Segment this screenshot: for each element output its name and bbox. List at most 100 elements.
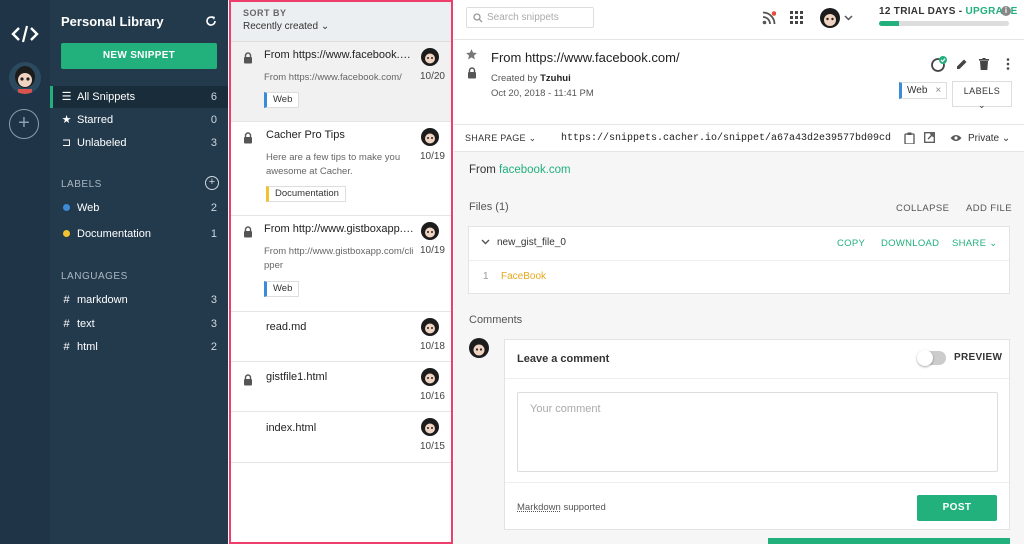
share-page-dropdown[interactable]: SHARE PAGE ⌄ <box>465 133 537 144</box>
rss-icon[interactable] <box>762 11 776 25</box>
sidebar-item-lang-text[interactable]: # text 3 <box>50 313 228 335</box>
divider <box>505 378 1009 379</box>
copy-button[interactable]: COPY <box>837 238 865 249</box>
list-item[interactable]: Cacher Pro Tips Here are a few tips to m… <box>231 122 451 216</box>
sort-value-text: Recently created <box>243 21 319 32</box>
sidebar-item-label-documentation[interactable]: Documentation 1 <box>50 223 228 245</box>
snippet-title[interactable]: From https://www.facebook.com/ <box>491 50 680 65</box>
lang-name: html <box>77 341 98 353</box>
labels-header: LABELS <box>61 179 102 190</box>
sidebar-item-starred[interactable]: ★ Starred 0 <box>50 109 228 131</box>
open-external-icon[interactable] <box>924 132 935 143</box>
lang-count: 2 <box>210 341 217 353</box>
markdown-link[interactable]: Markdown <box>517 502 561 513</box>
comment-textarea[interactable]: Your comment <box>517 392 998 472</box>
search-input[interactable]: Search snippets <box>466 7 594 28</box>
list-item[interactable]: gistfile1.html 10/16 <box>231 362 451 412</box>
from-prefix: From <box>469 164 500 176</box>
item-title: Cacher Pro Tips <box>266 129 345 141</box>
sort-header[interactable]: SORT BY Recently created ⌄ <box>231 2 451 42</box>
add-team-icon[interactable]: + <box>9 109 39 139</box>
code-logo-icon[interactable] <box>10 22 40 46</box>
list-item[interactable]: read.md 10/18 <box>231 312 451 362</box>
item-date: 10/19 <box>419 151 445 162</box>
sidebar-item-label-web[interactable]: Web 2 <box>50 197 228 219</box>
file-name[interactable]: new_gist_file_0 <box>497 237 566 248</box>
delete-trash-icon[interactable] <box>979 58 989 70</box>
sort-by-label: SORT BY <box>243 8 287 18</box>
item-title: From http://www.gistboxapp.com/ <box>264 223 414 235</box>
list-item[interactable]: index.html 10/15 <box>231 412 451 463</box>
code-editor[interactable]: 1 FaceBook <box>469 260 1009 294</box>
label-outline-icon: ⊐ <box>61 137 72 149</box>
sidebar-item-lang-markdown[interactable]: # markdown 3 <box>50 289 228 311</box>
list-item[interactable]: From https://www.facebook.com/ From http… <box>231 42 451 122</box>
created-by: Created by Tzuhui <box>491 73 571 84</box>
file-card: new_gist_file_0 COPY DOWNLOAD SHARE ⌄ 1 … <box>468 226 1010 294</box>
sidebar-item-unlabeled[interactable]: ⊐ Unlabeled 3 <box>50 132 228 154</box>
commenter-avatar <box>469 338 489 358</box>
label-count: 2 <box>210 202 217 214</box>
collapse-button[interactable]: COLLAPSE <box>896 203 949 214</box>
refresh-icon[interactable] <box>205 15 217 27</box>
share-url[interactable]: https://snippets.cacher.io/snippet/a67a4… <box>561 133 891 144</box>
add-file-button[interactable]: ADD FILE <box>966 203 1012 214</box>
labels-button[interactable]: LABELS ⌄ <box>952 81 1012 110</box>
sort-value[interactable]: Recently created ⌄ <box>243 21 329 32</box>
sidebar: Personal Library NEW SNIPPET ☰ All Snipp… <box>50 0 228 544</box>
add-label-icon[interactable]: + <box>205 176 219 190</box>
info-icon[interactable]: i <box>1001 6 1011 16</box>
share-button[interactable]: SHARE ⌄ <box>952 238 997 249</box>
preview-label: PREVIEW <box>954 352 1003 363</box>
item-title: From https://www.facebook.com/ <box>264 49 414 61</box>
preview-toggle[interactable] <box>917 350 946 366</box>
download-button[interactable]: DOWNLOAD <box>881 238 939 249</box>
comments-header: Comments <box>469 314 523 326</box>
lang-count: 3 <box>210 294 217 306</box>
nav-count: 6 <box>210 91 217 103</box>
list-item[interactable]: From http://www.gistboxapp.com/ From htt… <box>231 216 451 312</box>
code-text: FaceBook <box>501 271 547 282</box>
chevron-down-icon[interactable] <box>481 239 490 245</box>
new-snippet-button[interactable]: NEW SNIPPET <box>61 43 217 69</box>
author-avatar <box>421 222 439 240</box>
item-date: 10/18 <box>419 341 445 352</box>
more-vertical-icon[interactable] <box>1006 58 1010 70</box>
search-placeholder: Search snippets <box>487 12 559 23</box>
edit-pencil-icon[interactable] <box>956 58 968 70</box>
languages-header: LANGUAGES <box>61 271 128 282</box>
source-link[interactable]: facebook.com <box>499 164 571 176</box>
chevron-down-icon: ⌄ <box>320 21 330 32</box>
chevron-down-icon: ⌄ <box>989 238 998 249</box>
privacy-dropdown[interactable]: Private ⌄ <box>968 133 1010 144</box>
author-avatar <box>421 128 439 146</box>
chevron-down-icon: ⌄ <box>528 133 537 143</box>
account-menu[interactable] <box>819 7 855 29</box>
created-by-prefix: Created by <box>491 73 541 84</box>
user-avatar[interactable] <box>9 62 41 94</box>
star-icon: ★ <box>61 114 72 126</box>
snippet-description: From facebook.com <box>469 164 571 176</box>
label-name: Web <box>77 202 100 214</box>
chevron-down-icon: ⌄ <box>978 100 986 110</box>
item-tag: Web <box>264 281 300 297</box>
lock-icon <box>467 67 477 79</box>
nav-label: All Snippets <box>77 91 136 103</box>
sync-status-icon[interactable] <box>930 56 948 72</box>
copy-clipboard-icon[interactable] <box>904 132 915 144</box>
apps-grid-icon[interactable] <box>790 11 803 24</box>
snippet-detail: Search snippets 12 TRIAL DAYS - UPGRADE … <box>454 0 1024 544</box>
library-title: Personal Library <box>61 14 164 29</box>
leave-comment-title: Leave a comment <box>517 353 610 365</box>
sidebar-item-lang-html[interactable]: # html 2 <box>50 336 228 358</box>
item-date: 10/15 <box>419 441 445 452</box>
trial-text: 12 TRIAL DAYS - <box>879 6 966 17</box>
sidebar-item-all-snippets[interactable]: ☰ All Snippets 6 <box>50 86 228 108</box>
remove-tag-icon[interactable]: × <box>935 85 941 96</box>
item-date: 10/20 <box>419 71 445 82</box>
post-comment-button[interactable]: POST <box>917 495 997 521</box>
trial-progress-fill <box>879 21 899 26</box>
star-icon[interactable] <box>465 48 478 61</box>
lock-icon <box>243 226 253 238</box>
eye-icon <box>950 134 962 142</box>
